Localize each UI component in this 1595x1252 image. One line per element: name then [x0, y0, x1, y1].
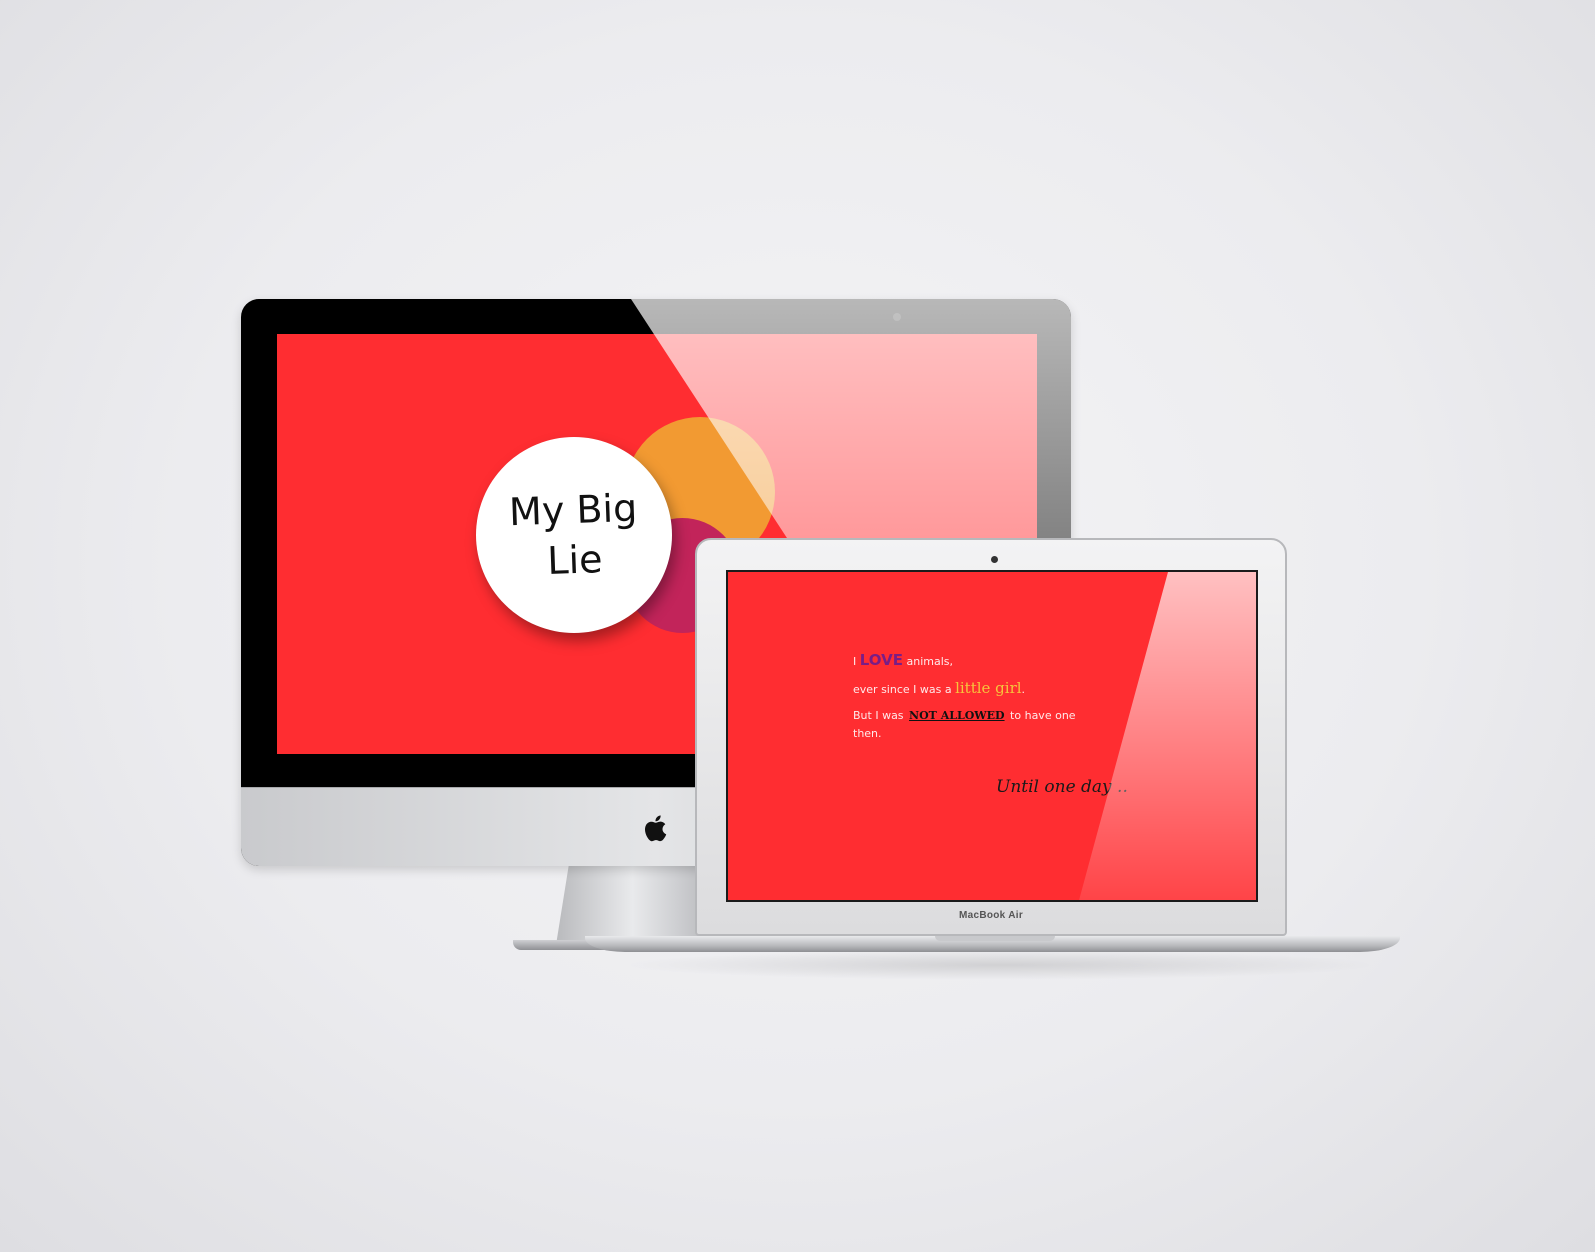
macbook-camera: [991, 556, 998, 563]
line2-post: .: [1021, 683, 1026, 696]
little-girl-phrase: little girl: [955, 679, 1022, 697]
story-line-4: then.: [853, 727, 882, 740]
line2-pre: ever since I was a: [853, 683, 956, 696]
macbook-label: MacBook Air: [958, 910, 1024, 921]
title-line2: Lie: [546, 537, 604, 583]
title-badge: My Big Lie: [476, 437, 672, 633]
love-word: LOVE: [859, 651, 903, 669]
line3-post: to have one: [1006, 709, 1076, 722]
macbook-notch: [935, 936, 1055, 941]
title-line1: My Big: [508, 485, 638, 535]
story-line-2: ever since I was a little girl.: [853, 680, 1133, 698]
macbook-lid: I LOVE animals, ever since I was a littl…: [695, 538, 1287, 936]
not-allowed-stamp: NOT ALLOWED: [909, 709, 1005, 722]
page-title: My Big Lie: [502, 483, 645, 588]
macbook-screen: I LOVE animals, ever since I was a littl…: [726, 570, 1258, 902]
line1-post: animals,: [902, 655, 953, 668]
line1-pre: I: [853, 655, 860, 668]
line3-pre: But I was: [853, 709, 908, 722]
imac-camera: [893, 313, 901, 321]
closing-text: Until one day ..: [996, 777, 1128, 797]
story-line-3: But I was NOT ALLOWED to have one: [853, 708, 1133, 724]
story-text: I LOVE animals, ever since I was a littl…: [853, 652, 1133, 752]
macbook-shadow: [620, 950, 1380, 980]
story-line-1: I LOVE animals,: [853, 652, 1133, 670]
apple-logo-icon: [645, 815, 667, 842]
